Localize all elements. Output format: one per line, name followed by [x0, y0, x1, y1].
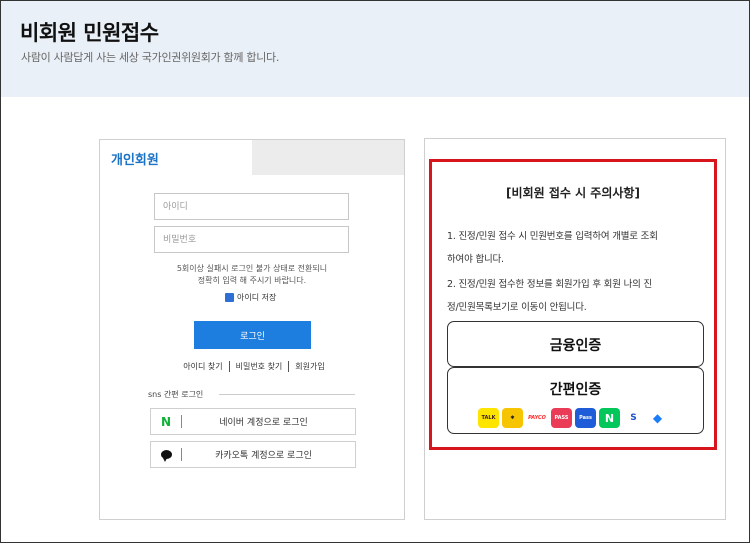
- link-divider: [228, 361, 230, 372]
- tab-inactive[interactable]: [252, 140, 404, 175]
- tab-personal-member[interactable]: 개인회원: [100, 140, 252, 175]
- sns-login-label: sns 간편 로그인: [148, 390, 204, 399]
- page-header: 비회원 민원접수 사람이 사람답게 사는 세상 국가인권위원회가 함께 합니다.: [1, 1, 749, 97]
- login-panel: 개인회원 5회이상 실패시 로그인 불가 상태로 전환되니 정확히 입력 해 주…: [99, 139, 405, 520]
- notice-title: [비회원 접수 시 주의사항]: [506, 186, 640, 200]
- financial-auth-label: 금융인증: [549, 338, 602, 354]
- notice-item-1-line2: 하여야 합니다.: [447, 254, 504, 265]
- login-button[interactable]: 로그인: [194, 321, 311, 349]
- login-warning: 5회이상 실패시 로그인 불가 상태로 전환되니 정확히 입력 해 주시기 바랍…: [140, 263, 364, 287]
- kakao-talk-icon[interactable]: TALK: [478, 408, 499, 428]
- naver-login-button[interactable]: N 네이버 계정으로 로그인: [150, 408, 356, 435]
- toss-icon[interactable]: ◆: [647, 408, 668, 428]
- naver-icon: N: [160, 414, 172, 429]
- kakao-login-button[interactable]: 카카오톡 계정으로 로그인: [150, 441, 356, 468]
- checkbox-checked-icon[interactable]: [225, 293, 234, 302]
- link-divider: [288, 361, 290, 372]
- kakao-login-label: 카카오톡 계정으로 로그인: [215, 451, 312, 461]
- tab-personal-member-label: 개인회원: [111, 153, 159, 168]
- signup-link[interactable]: 회원가입: [295, 361, 324, 372]
- notice-item-1-line1: 1. 진정/민원 접수 시 민원번호를 입력하여 개별로 조회: [447, 231, 658, 242]
- shinhan-icon[interactable]: S: [623, 408, 644, 428]
- id-input[interactable]: [154, 193, 349, 220]
- pass-yellow-icon[interactable]: ✱: [502, 408, 523, 428]
- notice-item-2: 2. 진정/민원 접수한 정보를 회원가입 후 회원 나의 진 정/민원목록보기…: [447, 273, 709, 319]
- login-warning-line1: 5회이상 실패시 로그인 불가 상태로 전환되니: [176, 264, 328, 273]
- password-input[interactable]: [154, 226, 349, 253]
- find-id-link[interactable]: 아이디 찾기: [183, 361, 222, 372]
- account-links: 아이디 찾기 비밀번호 찾기 회원가입: [164, 361, 344, 372]
- financial-auth-button[interactable]: 금융인증: [447, 321, 704, 367]
- page-subtitle: 사람이 사람답게 사는 세상 국가인권위원회가 함께 합니다.: [21, 51, 280, 64]
- naver-icon[interactable]: N: [599, 408, 620, 428]
- kakao-talk-icon: [151, 442, 181, 467]
- pass-icon[interactable]: PASS: [551, 408, 572, 428]
- login-warning-line2: 정확히 입력 해 주시기 바랍니다.: [197, 276, 307, 285]
- notice-item-2-line2: 정/민원목록보기로 이동이 안됩니다.: [447, 302, 587, 313]
- samsung-pass-icon[interactable]: Pass: [575, 408, 596, 428]
- notice-item-1: 1. 진정/민원 접수 시 민원번호를 입력하여 개별로 조회 하여야 합니다.: [447, 225, 709, 271]
- payco-icon[interactable]: PAYCO: [526, 408, 548, 428]
- naver-login-label: 네이버 계정으로 로그인: [219, 418, 308, 428]
- simple-auth-label: 간편인증: [549, 382, 602, 398]
- find-password-link[interactable]: 비밀번호 찾기: [236, 361, 283, 372]
- save-id-checkbox[interactable]: 아이디 저장: [225, 292, 276, 303]
- save-id-label: 아이디 저장: [237, 293, 277, 302]
- simple-auth-button[interactable]: 간편인증 TALK ✱ PAYCO PASS Pass N S ◆: [447, 367, 704, 434]
- notice-item-2-line1: 2. 진정/민원 접수한 정보를 회원가입 후 회원 나의 진: [447, 279, 653, 290]
- auth-provider-list: TALK ✱ PAYCO PASS Pass N S ◆: [478, 408, 668, 428]
- page-title: 비회원 민원접수: [20, 21, 159, 45]
- sns-divider-line: [219, 394, 355, 395]
